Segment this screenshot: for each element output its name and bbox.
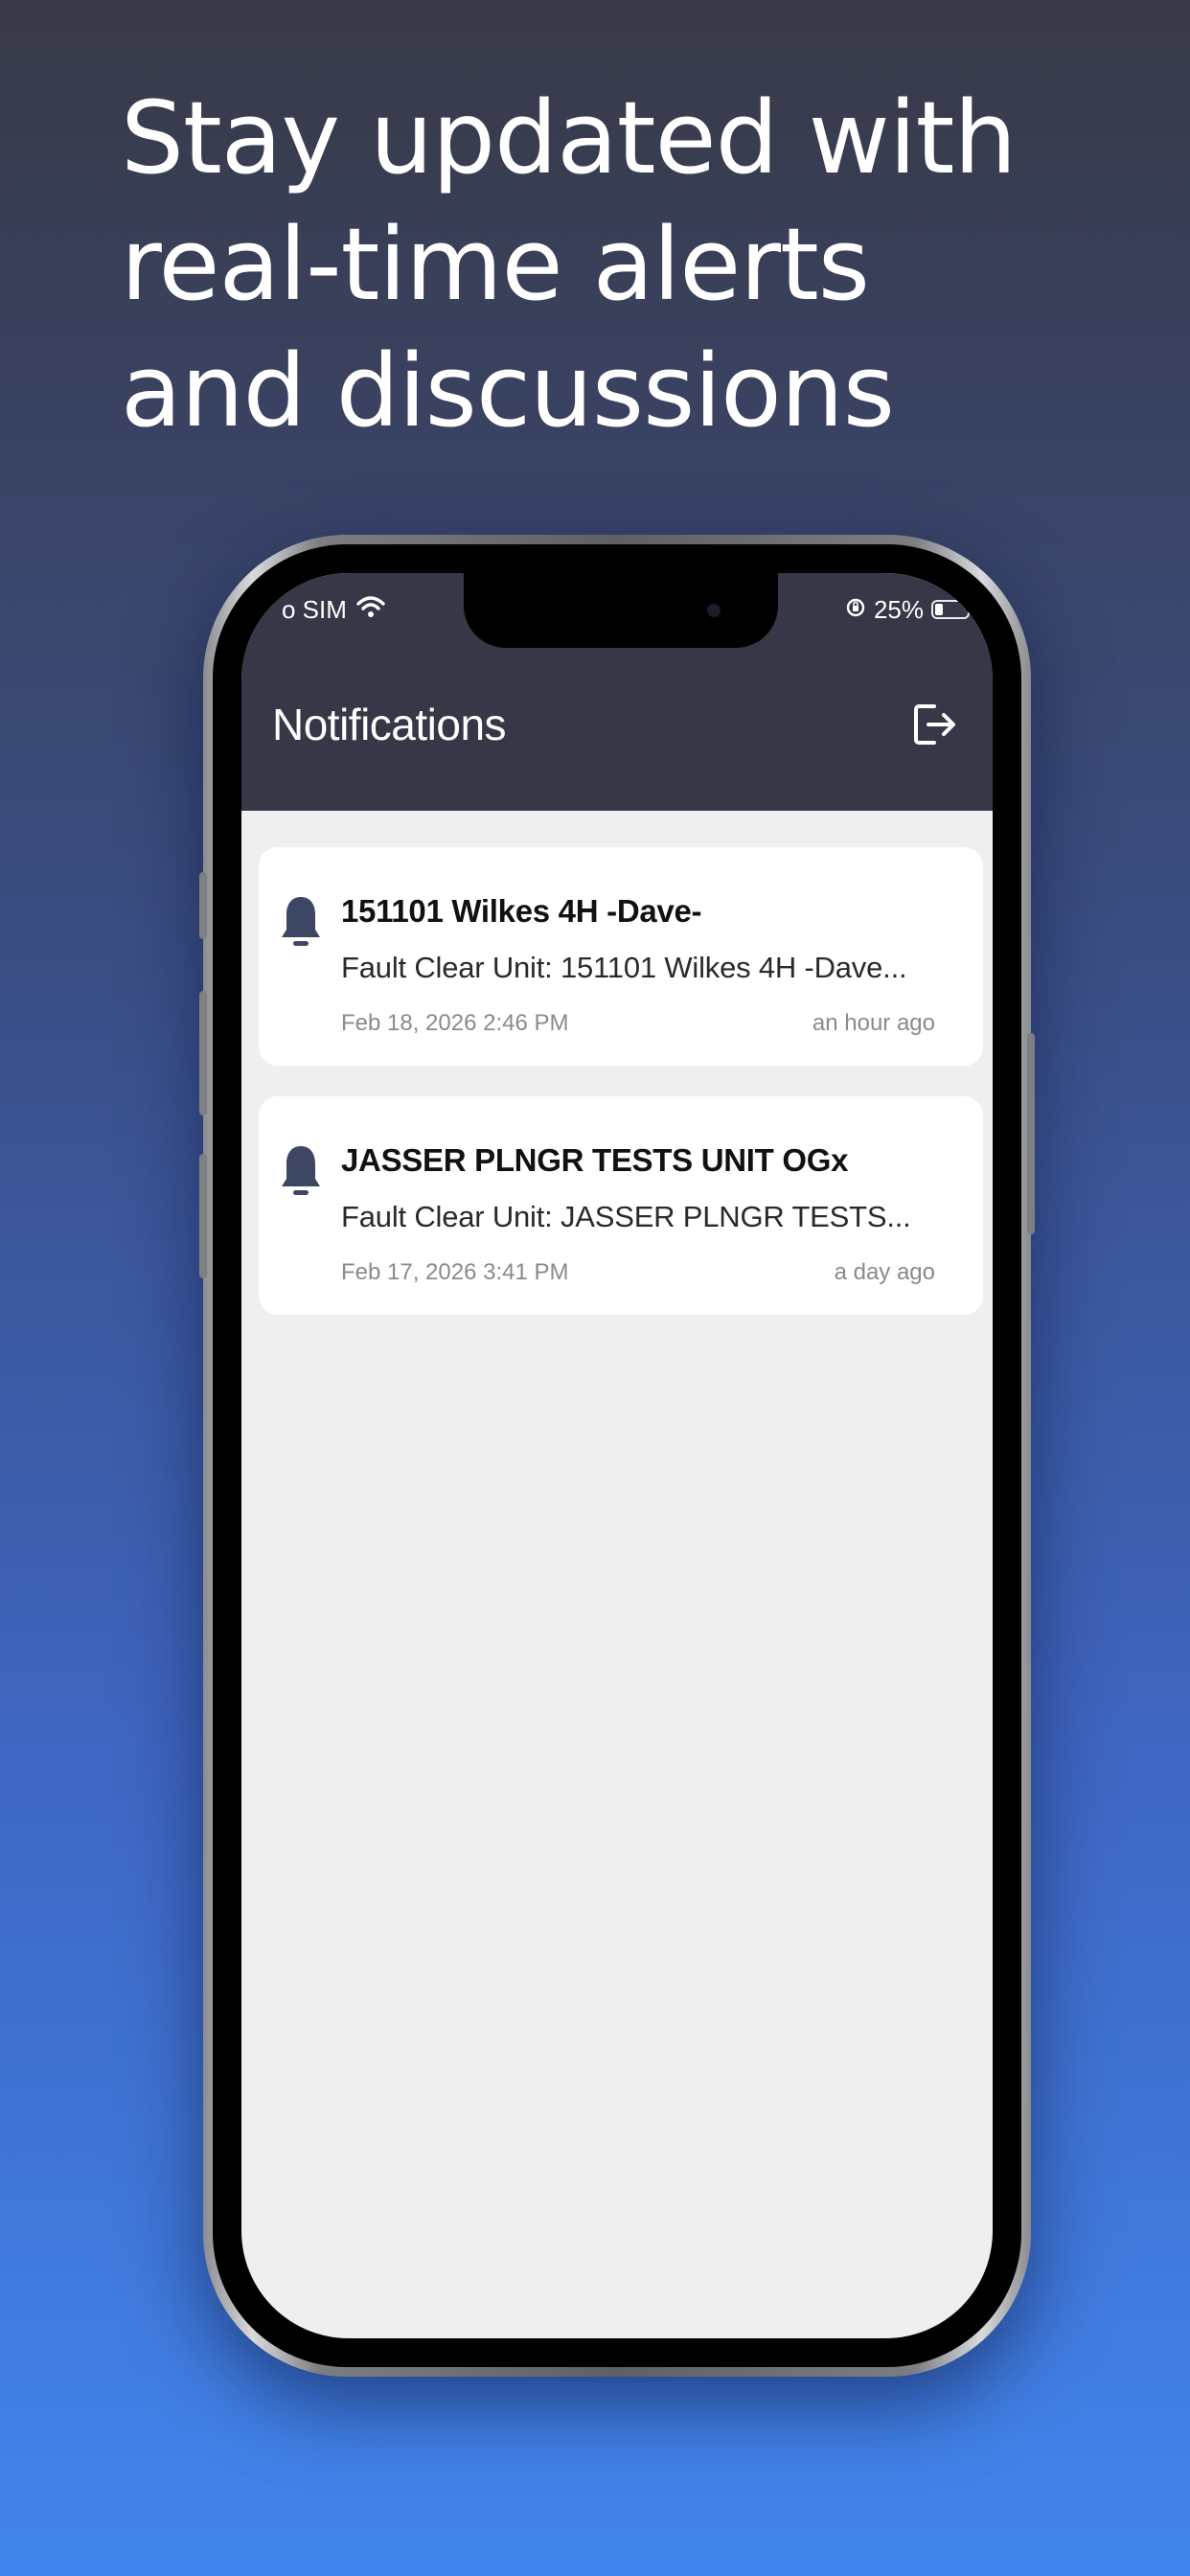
battery-icon: [931, 600, 970, 619]
camera-lens: [707, 604, 721, 617]
notification-card[interactable]: 151101 Wilkes 4H -Dave- Fault Clear Unit…: [259, 847, 983, 1066]
orientation-lock-icon: [845, 590, 866, 629]
notification-date: Feb 18, 2026 2:46 PM: [341, 1010, 569, 1036]
page-title: Notifications: [272, 700, 507, 749]
logout-button[interactable]: [908, 698, 962, 751]
notification-body: Fault Clear Unit: JASSER PLNGR TESTS...: [341, 1200, 911, 1233]
bell-icon: [280, 1142, 322, 1204]
headline-line-1: Stay updated with: [121, 80, 1017, 196]
headline-line-2: real-time alerts: [121, 206, 870, 323]
notification-list: 151101 Wilkes 4H -Dave- Fault Clear Unit…: [259, 847, 983, 1346]
power-button: [1027, 1033, 1035, 1234]
phone-mockup: o SIM 25% Notifications 151101 Wilkes 4H…: [199, 535, 1035, 2377]
volume-down-button: [199, 1154, 207, 1278]
carrier-label: o SIM: [282, 595, 347, 624]
battery-level-fill: [935, 604, 943, 615]
status-bar-left: o SIM: [282, 590, 385, 629]
status-bar-right: 25%: [845, 590, 970, 629]
logout-icon: [914, 704, 955, 745]
notification-body: Fault Clear Unit: 151101 Wilkes 4H -Dave…: [341, 951, 907, 984]
headline-line-3: and discussions: [121, 333, 895, 449]
phone-screen: o SIM 25% Notifications 151101 Wilkes 4H…: [241, 573, 993, 2338]
notification-date: Feb 17, 2026 3:41 PM: [341, 1259, 569, 1285]
app-bar: o SIM 25% Notifications: [241, 573, 993, 811]
camera-notch: [464, 573, 778, 648]
notification-relative-time: a day ago: [834, 1259, 935, 1285]
notification-title: 151101 Wilkes 4H -Dave-: [341, 893, 702, 929]
bell-icon: [280, 893, 322, 954]
notification-relative-time: an hour ago: [812, 1010, 935, 1036]
battery-percent: 25%: [873, 595, 924, 624]
notification-card[interactable]: JASSER PLNGR TESTS UNIT OGx Fault Clear …: [259, 1096, 983, 1315]
volume-up-button: [199, 991, 207, 1116]
action-button: [199, 872, 207, 939]
notification-title: JASSER PLNGR TESTS UNIT OGx: [341, 1142, 849, 1178]
wifi-icon: [356, 590, 385, 629]
promo-headline: Stay updated with real-time alerts and d…: [121, 75, 1127, 454]
